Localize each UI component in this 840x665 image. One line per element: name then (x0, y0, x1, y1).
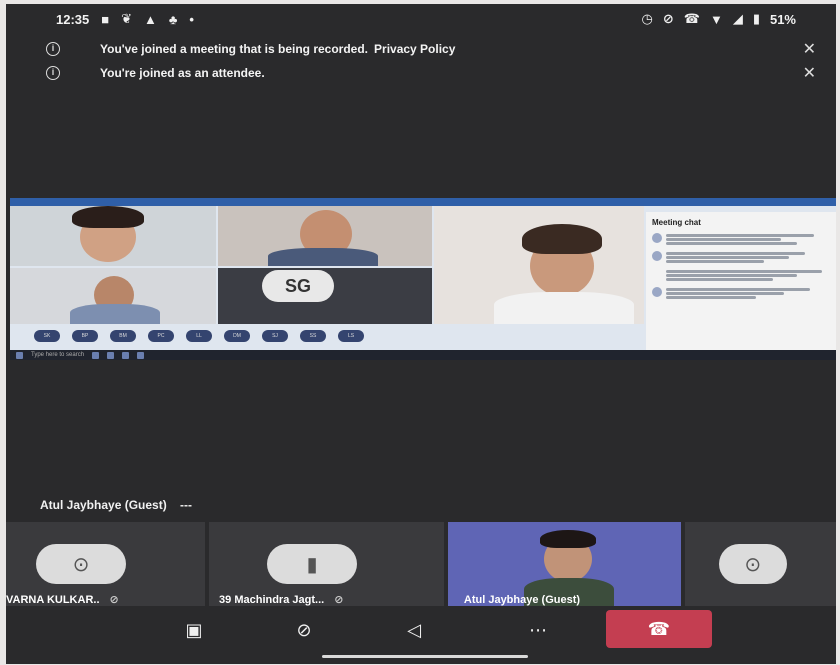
participant-shirt (70, 304, 160, 324)
windows-taskbar: Type here to search (10, 350, 836, 360)
status-time: 12:35 (56, 11, 90, 27)
presenter-avatar: SG (262, 270, 334, 302)
mic-off-icon[interactable]: ⊘ (284, 614, 324, 646)
mic-off-icon: ⊘ (109, 594, 119, 606)
participant-shirt (268, 248, 378, 266)
status-right: ◷ ⊘ ☎ ▼ ◢ ▮ 51% (641, 11, 796, 27)
taskbar-search: Type here to search (31, 352, 85, 358)
alarm-icon: ◷ (641, 11, 653, 26)
attendee-notice: i You're joined as an attendee. ✕ (6, 60, 836, 86)
participant-hair (539, 530, 596, 548)
info-icon: i (46, 42, 60, 56)
video-tile-bottom-left (10, 268, 216, 324)
chat-message-lines (666, 287, 830, 300)
mute-icon: ⊘ (662, 11, 674, 26)
participant-pill-row: SK BP BM PC LL DM SJ SS LS (34, 330, 364, 342)
hang-up-icon: ☎ (647, 618, 671, 639)
recording-notice-text: You've joined a meeting that is being re… (100, 42, 369, 56)
warning-icon: ▲ (144, 11, 157, 27)
teams-icon: ■ (101, 11, 110, 27)
more-indicator: --- (180, 498, 193, 512)
meeting-chat-panel: Meeting chat (646, 212, 836, 358)
4g-signal-icon: ◢ (732, 11, 743, 26)
chat-message (652, 269, 830, 282)
status-left: 12:35 ■ ❦ ▲ ♣ • (56, 11, 194, 27)
twitter-icon: ❦ (121, 11, 133, 26)
avatar: ⊙ (36, 544, 126, 584)
participant-pill: DM (224, 330, 250, 342)
avatar: ▮ (267, 544, 358, 584)
battery-icon: ▮ (752, 11, 760, 26)
close-icon[interactable]: ✕ (803, 39, 816, 59)
privacy-policy-link[interactable]: Privacy Policy (374, 42, 455, 56)
dot-icon: • (189, 11, 194, 27)
hang-up-button[interactable]: ☎ (606, 610, 712, 648)
taskbar-app-icon (107, 351, 115, 359)
active-speaker-label: Atul Jaybhaye (Guest) --- (40, 498, 192, 512)
chat-message (652, 233, 830, 246)
participant-pill: PC (148, 330, 174, 342)
participant-tile[interactable]: ⊙ (684, 522, 836, 606)
close-icon[interactable]: ✕ (803, 63, 816, 83)
camera-off-icon[interactable]: ▣ (174, 614, 214, 646)
participant-tiles: ⊙ VARNA KULKAR.. ⊘ ▮ 39 Machindra Jagt..… (6, 522, 836, 606)
participant-shirt (494, 292, 634, 324)
participant-label: 39 Machindra Jagt... ⊘ (219, 593, 344, 607)
participant-hair (72, 206, 144, 228)
avatar (652, 269, 662, 279)
teams-mobile-screen: 12:35 ■ ❦ ▲ ♣ • ◷ ⊘ ☎ ▼ ◢ ▮ 51% i You've… (6, 4, 836, 664)
participant-pill: BP (72, 330, 98, 342)
person-icon: ⊙ (72, 553, 90, 576)
windows-icon (16, 351, 23, 359)
taskbar-app-icon (137, 351, 145, 359)
participant-hair (522, 224, 602, 254)
video-tile-right (434, 206, 644, 324)
participant-pill: BM (110, 330, 136, 342)
taskbar-app-icon (122, 351, 130, 359)
participant-pill: SS (300, 330, 326, 342)
participant-label: Atul Jaybhaye (Guest) (464, 594, 580, 606)
wifi-icon: ▼ (709, 11, 723, 27)
taskbar-app-icon (92, 351, 100, 359)
active-speaker-name: Atul Jaybhaye (Guest) (40, 498, 167, 512)
app-icon: ♣ (168, 11, 178, 27)
participant-name: Atul Jaybhaye (Guest) (463, 594, 581, 606)
call-controls: ▣ ⊘ ◁ ⋯ ☎ (6, 606, 836, 654)
participant-pill: SJ (262, 330, 288, 342)
video-tile-center (218, 206, 432, 266)
more-icon[interactable]: ⋯ (518, 614, 558, 646)
chat-message-lines (666, 251, 830, 264)
recording-notice: i You've joined a meeting that is being … (6, 36, 836, 62)
shared-screen[interactable]: SG Meeting chat SK BP BM PC LL DM SJ SS … (10, 198, 836, 360)
participant-name: 39 Machindra Jagt... (219, 593, 325, 606)
speaker-off-icon[interactable]: ◁ (394, 614, 434, 646)
attendee-notice-text: You're joined as an attendee. (100, 66, 265, 80)
chat-title: Meeting chat (652, 218, 701, 227)
video-tile-top-left (10, 206, 216, 266)
participant-video-tile[interactable]: Atul Jaybhaye (Guest) (447, 522, 681, 606)
chat-message-lines (666, 233, 830, 246)
info-icon: i (46, 66, 60, 80)
participant-label: VARNA KULKAR.. ⊘ (6, 593, 119, 607)
participant-tile[interactable]: ⊙ VARNA KULKAR.. ⊘ (6, 522, 206, 607)
home-indicator[interactable] (322, 655, 528, 658)
person-icon: ⊙ (744, 553, 762, 576)
battery-level: 51% (769, 11, 796, 27)
avatar: ⊙ (718, 544, 787, 584)
avatar (652, 251, 662, 261)
avatar (652, 287, 662, 297)
participant-name: VARNA KULKAR.. (6, 593, 100, 606)
chat-message (652, 251, 830, 264)
chat-message-lines (666, 269, 830, 282)
avatar (652, 233, 662, 243)
mic-off-icon: ⊘ (334, 594, 344, 606)
participant-tile[interactable]: ▮ 39 Machindra Jagt... ⊘ (209, 522, 444, 606)
participant-pill: LS (338, 330, 364, 342)
participant-pill: SK (34, 330, 60, 342)
person-icon: ▮ (306, 553, 318, 576)
chat-message (652, 287, 830, 300)
status-bar: 12:35 ■ ❦ ▲ ♣ • ◷ ⊘ ☎ ▼ ◢ ▮ 51% (6, 4, 836, 34)
participant-pill: LL (186, 330, 212, 342)
call-icon: ☎ (683, 11, 700, 26)
